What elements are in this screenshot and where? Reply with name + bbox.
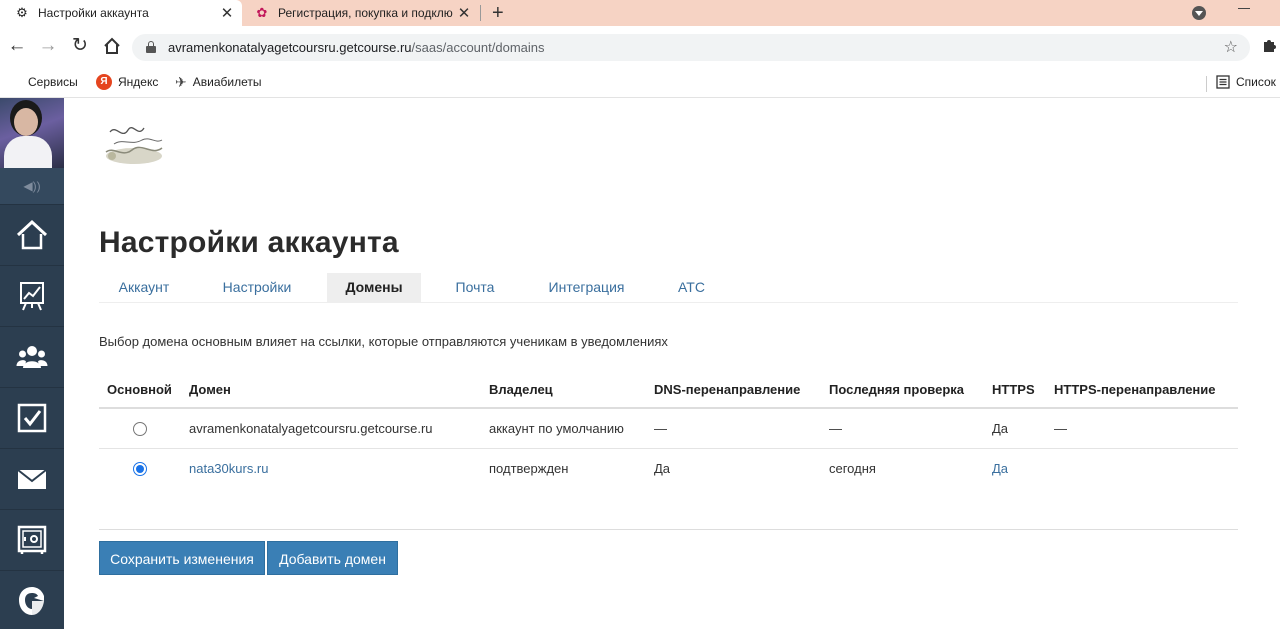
sidebar-item-getcourse[interactable]	[0, 570, 64, 630]
mail-icon	[17, 468, 47, 489]
school-logo[interactable]	[100, 116, 168, 168]
browser-tab-title: Регистрация, покупка и подклю	[278, 6, 453, 20]
url-path: /saas/account/domains	[411, 40, 545, 55]
column-header: Домен	[189, 382, 231, 397]
sidebar-item-tasks[interactable]	[0, 387, 64, 447]
save-button[interactable]: Сохранить изменения	[99, 541, 265, 575]
sidebar-item-users[interactable]	[0, 326, 64, 386]
domain-link[interactable]: nata30kurs.ru	[189, 461, 269, 476]
owner-cell: аккаунт по умолчанию	[489, 421, 624, 436]
browser-tab-account-settings[interactable]: ⚙ Настройки аккаунта ✕	[0, 0, 242, 26]
tab-mail[interactable]: Почта	[441, 273, 509, 303]
home-icon	[16, 219, 48, 249]
back-arrow-icon[interactable]: ←	[5, 34, 29, 58]
domain-cell: avramenkonatalyagetcoursru.getcourse.ru	[189, 421, 433, 436]
home-button-icon[interactable]	[100, 34, 124, 58]
users-icon	[16, 345, 48, 368]
address-bar[interactable]: avramenkonatalyagetcoursru.getcourse.ru/…	[132, 34, 1250, 61]
bookmarks-bar: Сервисы Я Яндекс ✈ Авиабилеты Список	[0, 68, 1280, 98]
reading-list-label: Список	[1236, 75, 1276, 89]
bookmark-label: Сервисы	[28, 75, 78, 89]
tab-settings[interactable]: Настройки	[207, 273, 307, 303]
browser-tab-title: Настройки аккаунта	[38, 6, 149, 20]
bookmark-star-icon[interactable]: ☆	[1224, 37, 1238, 57]
primary-domain-radio[interactable]	[133, 422, 147, 436]
column-header: Владелец	[489, 382, 553, 397]
reading-list-icon	[1216, 75, 1230, 89]
sidebar-item-reports[interactable]	[0, 265, 64, 325]
airplane-icon: ✈	[175, 73, 187, 90]
gear-icon: ⚙	[16, 5, 28, 20]
last-check-cell: сегодня	[829, 461, 876, 476]
owner-cell: подтвержден	[489, 461, 569, 476]
close-tab-icon[interactable]: ✕	[218, 4, 236, 22]
tab-domains[interactable]: Домены	[327, 273, 421, 303]
browser-tab-registration[interactable]: ✿ Регистрация, покупка и подклю ✕	[244, 0, 479, 26]
browser-tabstrip: ⚙ Настройки аккаунта ✕ ✿ Регистрация, по…	[0, 0, 1280, 26]
page-title: Настройки аккаунта	[99, 226, 399, 259]
divider	[99, 529, 1238, 530]
lock-icon[interactable]	[146, 41, 156, 53]
https-cell: Да	[992, 421, 1009, 436]
bookmarks-separator	[1206, 76, 1207, 92]
last-check-cell: —	[829, 421, 842, 436]
sidebar-item-sales[interactable]	[0, 509, 64, 569]
minimize-window-button[interactable]	[1238, 8, 1250, 9]
safe-icon	[17, 525, 47, 554]
left-sidebar: ◀))	[0, 98, 64, 629]
bookmark-label: Яндекс	[118, 75, 159, 89]
new-tab-button[interactable]: +	[492, 2, 504, 25]
dns-cell: —	[654, 421, 667, 436]
bookmark-services[interactable]: Сервисы	[9, 72, 78, 92]
add-domain-button[interactable]: Добавить домен	[267, 541, 398, 575]
tab-pbx[interactable]: АТС	[664, 273, 719, 303]
settings-tabs: Аккаунт Настройки Домены Почта Интеграци…	[99, 273, 1238, 303]
apps-grid-icon	[9, 76, 22, 89]
url-host: avramenkonatalyagetcoursru.getcourse.ru	[168, 40, 412, 55]
sidebar-item-home[interactable]	[0, 204, 64, 264]
table-row: nata30kurs.ru подтвержден Да сегодня Да	[99, 449, 1238, 489]
tab-separator	[480, 5, 481, 21]
primary-domain-radio[interactable]	[133, 462, 147, 476]
bookmark-yandex[interactable]: Я Яндекс	[96, 72, 158, 92]
getcourse-logo-icon	[19, 586, 44, 615]
user-avatar[interactable]	[0, 98, 64, 168]
tab-search-icon[interactable]	[1192, 6, 1206, 20]
sidebar-item-messages[interactable]	[0, 448, 64, 508]
reading-list[interactable]: Список	[1216, 72, 1276, 92]
column-header: HTTPS	[992, 382, 1035, 397]
url-text: avramenkonatalyagetcoursru.getcourse.ru/…	[168, 40, 545, 55]
reload-icon[interactable]: ↻	[68, 34, 92, 58]
forward-arrow-icon[interactable]: →	[36, 34, 60, 58]
bookmark-label: Авиабилеты	[192, 75, 262, 89]
https-redirect-cell: —	[1054, 421, 1067, 436]
main-content: Настройки аккаунта Аккаунт Настройки Дом…	[64, 98, 1280, 629]
volume-icon[interactable]: ◀))	[0, 168, 64, 204]
column-header: Последняя проверка	[829, 382, 965, 397]
column-header: DNS-перенаправление	[654, 382, 801, 397]
close-tab-icon[interactable]: ✕	[455, 4, 473, 22]
tab-integration[interactable]: Интеграция	[529, 273, 644, 303]
chart-icon	[20, 281, 44, 310]
getcourse-icon: ✿	[256, 5, 268, 20]
https-link[interactable]: Да	[992, 461, 1008, 476]
column-header: HTTPS-перенаправление	[1054, 382, 1216, 397]
table-row: avramenkonatalyagetcoursru.getcourse.ru …	[99, 409, 1238, 449]
tasks-icon	[17, 403, 47, 432]
yandex-icon: Я	[96, 74, 112, 90]
domains-table-header: Основной Домен Владелец DNS-перенаправле…	[99, 374, 1238, 409]
bookmark-flights[interactable]: ✈ Авиабилеты	[175, 72, 261, 92]
tab-account[interactable]: Аккаунт	[99, 273, 189, 303]
column-header: Основной	[107, 382, 172, 397]
extensions-puzzle-icon[interactable]	[1262, 37, 1278, 58]
dns-cell: Да	[654, 461, 671, 476]
domains-hint: Выбор домена основным влияет на ссылки, …	[99, 334, 668, 349]
